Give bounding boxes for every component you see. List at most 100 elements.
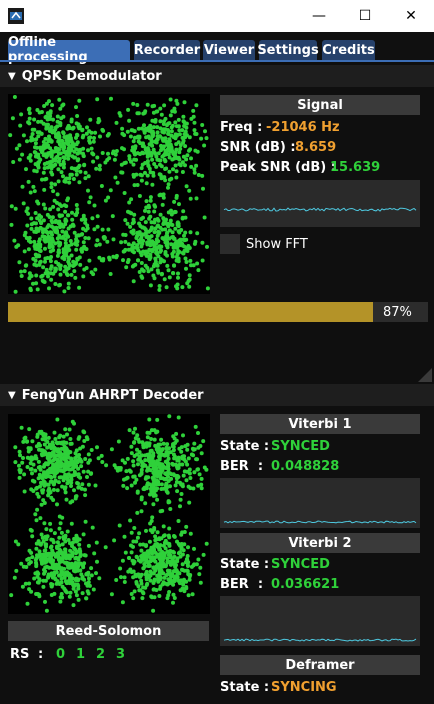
collapse-triangle-icon[interactable]: ▼: [8, 390, 16, 401]
constellation-point: [31, 184, 36, 189]
constellation-point: [131, 172, 136, 177]
constellation-point: [177, 128, 182, 133]
constellation-point: [172, 554, 177, 559]
constellation-point: [150, 455, 155, 460]
minimize-button[interactable]: —: [296, 0, 342, 32]
constellation-point: [133, 572, 138, 577]
tab-offline-processing[interactable]: Offline processing: [8, 35, 130, 65]
constellation-point: [56, 179, 61, 184]
constellation-point: [20, 584, 25, 589]
constellation-point: [188, 258, 193, 263]
constellation-point: [153, 257, 158, 262]
tab-viewer[interactable]: Viewer: [203, 40, 255, 60]
constellation-point: [152, 437, 157, 442]
constellation-point: [137, 473, 142, 478]
constellation-point: [44, 452, 49, 457]
constellation-point: [20, 460, 25, 465]
collapse-triangle-icon[interactable]: ▼: [8, 71, 16, 82]
constellation-point: [196, 431, 200, 435]
constellation-point: [160, 582, 165, 587]
constellation-point: [170, 252, 175, 256]
constellation-point: [131, 544, 135, 549]
constellation-point: [141, 249, 146, 254]
show-fft-checkbox[interactable]: [220, 234, 240, 254]
constellation-point: [183, 256, 188, 261]
close-button[interactable]: ✕: [388, 0, 434, 32]
constellation-point: [12, 238, 17, 243]
tab-settings[interactable]: Settings: [257, 40, 319, 60]
constellation-point: [65, 136, 69, 141]
constellation-point: [176, 415, 181, 420]
constellation-point: [66, 573, 70, 577]
constellation-point: [26, 446, 31, 451]
constellation-point: [99, 258, 104, 263]
constellation-point: [68, 590, 73, 595]
constellation-point: [68, 441, 73, 446]
constellation-point: [25, 465, 30, 469]
constellation-point: [72, 230, 77, 235]
constellation-point: [48, 207, 53, 212]
constellation-point: [34, 273, 39, 278]
constellation-point: [168, 97, 173, 102]
constellation-point: [64, 152, 69, 157]
constellation-point: [20, 152, 25, 157]
show-fft-label[interactable]: Show FFT: [246, 237, 308, 252]
constellation-point: [134, 157, 139, 162]
maximize-button[interactable]: ☐: [342, 0, 388, 32]
constellation-point: [34, 145, 39, 150]
constellation-point: [83, 493, 88, 498]
constellation-point: [63, 458, 68, 462]
constellation-point: [159, 148, 163, 153]
decoder-window-header[interactable]: ▼ FengYun AHRPT Decoder: [0, 384, 434, 406]
constellation-point: [63, 535, 68, 540]
constellation-point: [190, 592, 195, 597]
constellation-point: [83, 236, 88, 240]
constellation-point: [192, 120, 197, 125]
qpsk-resize-grip[interactable]: [418, 368, 432, 382]
constellation-point: [147, 205, 152, 210]
constellation-point: [159, 112, 164, 117]
constellation-point: [29, 550, 34, 555]
constellation-point: [159, 176, 164, 181]
constellation-point: [76, 474, 81, 479]
constellation-point: [53, 220, 58, 224]
constellation-point: [71, 177, 76, 181]
constellation-point: [201, 439, 206, 444]
tab-recorder[interactable]: Recorder: [134, 40, 200, 60]
constellation-point: [52, 430, 57, 435]
constellation-point: [156, 479, 161, 484]
qpsk-window-header[interactable]: ▼ QPSK Demodulator: [0, 65, 434, 87]
constellation-point: [82, 163, 87, 168]
constellation-point: [76, 557, 81, 562]
constellation-point: [43, 437, 48, 442]
constellation-point: [91, 139, 96, 144]
constellation-point: [122, 477, 126, 482]
tab-credits[interactable]: Credits: [322, 40, 375, 60]
constellation-point: [202, 465, 207, 470]
constellation-point: [125, 129, 130, 134]
constellation-point: [118, 566, 123, 571]
constellation-point: [205, 244, 209, 249]
constellation-point: [16, 542, 21, 547]
constellation-point: [71, 223, 76, 228]
constellation-point: [114, 255, 119, 260]
constellation-point: [67, 180, 72, 185]
constellation-point: [134, 539, 139, 544]
constellation-point: [12, 95, 17, 99]
constellation-point: [89, 573, 94, 578]
constellation-point: [172, 209, 177, 214]
constellation-point: [59, 580, 64, 585]
constellation-point: [24, 209, 29, 214]
constellation-point: [77, 453, 82, 457]
constellation-point: [176, 229, 181, 234]
constellation-point: [58, 521, 63, 526]
constellation-point: [188, 476, 193, 480]
constellation-point: [196, 173, 201, 177]
constellation-point: [120, 458, 125, 463]
constellation-point: [53, 282, 58, 286]
constellation-point: [65, 273, 70, 277]
constellation-point: [43, 136, 48, 141]
constellation-point: [24, 167, 28, 172]
constellation-point: [62, 289, 67, 294]
constellation-point: [55, 114, 60, 119]
